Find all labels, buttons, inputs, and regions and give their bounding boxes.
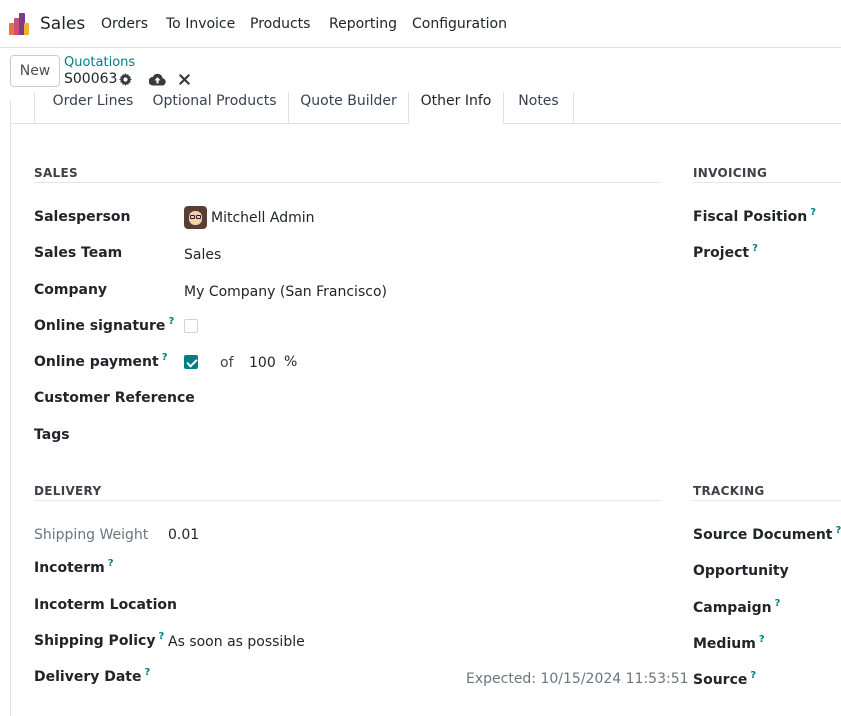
tab-order-lines[interactable]: Order Lines [34, 92, 152, 124]
section-delivery-title: DELIVERY [34, 484, 102, 498]
close-icon[interactable] [177, 72, 191, 86]
app-name[interactable]: Sales [40, 14, 85, 34]
cloud-upload-icon[interactable] [148, 71, 166, 87]
notebook-tabs: Order Lines Optional Products Quote Buil… [10, 92, 841, 124]
breadcrumb-quotations[interactable]: Quotations [64, 55, 135, 70]
section-divider [693, 500, 841, 501]
section-invoicing-title: INVOICING [693, 166, 768, 180]
source-label: Source? [693, 670, 757, 688]
incoterm-field[interactable] [168, 560, 648, 578]
tab-notes[interactable]: Notes [504, 92, 574, 124]
gear-icon[interactable] [118, 72, 132, 86]
delivery-date-field[interactable] [168, 670, 468, 688]
help-icon[interactable]: ? [810, 207, 816, 218]
tab-other-info[interactable]: Other Info [408, 92, 504, 124]
help-icon[interactable]: ? [158, 631, 164, 642]
opportunity-label: Opportunity [693, 563, 789, 579]
sales-team-label: Sales Team [34, 245, 123, 261]
help-icon[interactable]: ? [108, 558, 114, 569]
help-icon[interactable]: ? [752, 243, 758, 254]
help-icon[interactable]: ? [759, 634, 765, 645]
project-label: Project? [693, 243, 758, 261]
expected-date-text: Expected: 10/15/2024 11:53:51 [466, 671, 689, 687]
fiscal-position-label: Fiscal Position? [693, 207, 817, 225]
section-divider [34, 182, 661, 183]
record-name: S00063 [64, 71, 118, 87]
sales-app-icon[interactable] [9, 13, 31, 35]
delivery-date-label: Delivery Date? [34, 667, 151, 685]
online-payment-checkbox[interactable] [184, 355, 198, 369]
salesperson-field[interactable]: Mitchell Admin [211, 210, 315, 226]
company-field[interactable]: My Company (San Francisco) [184, 284, 387, 300]
section-sales-title: SALES [34, 166, 78, 180]
online-signature-label: Online signature? [34, 316, 175, 334]
menu-to-invoice[interactable]: To Invoice [166, 16, 235, 32]
online-payment-of: of [220, 355, 234, 371]
top-navbar: Sales Orders To Invoice Products Reporti… [0, 0, 841, 48]
salesperson-label: Salesperson [34, 209, 131, 225]
customer-reference-label: Customer Reference [34, 390, 195, 406]
tab-optional-products[interactable]: Optional Products [141, 92, 289, 124]
tags-label: Tags [34, 427, 70, 443]
shipping-weight-label: Shipping Weight [34, 527, 149, 543]
new-button[interactable]: New [10, 55, 60, 87]
menu-reporting[interactable]: Reporting [329, 16, 397, 32]
customer-reference-field[interactable] [184, 390, 654, 408]
tags-field[interactable] [184, 427, 654, 445]
company-label: Company [34, 282, 108, 298]
section-tracking-title: TRACKING [693, 484, 765, 498]
shipping-weight-value: 0.01 [168, 527, 200, 543]
sheet-border [10, 100, 11, 716]
menu-products[interactable]: Products [250, 16, 310, 32]
help-icon[interactable]: ? [145, 667, 151, 678]
section-divider [34, 500, 661, 501]
incoterm-location-field[interactable] [168, 597, 648, 615]
menu-configuration[interactable]: Configuration [412, 16, 507, 32]
online-payment-percent-field[interactable]: 100 [249, 355, 276, 371]
sales-team-field[interactable]: Sales [184, 247, 221, 263]
help-icon[interactable]: ? [750, 670, 756, 681]
source-document-label: Source Document? [693, 525, 841, 543]
menu-orders[interactable]: Orders [101, 16, 148, 32]
campaign-label: Campaign? [693, 598, 781, 616]
avatar [184, 206, 207, 229]
section-divider [693, 182, 841, 183]
online-payment-unit: % [284, 354, 298, 370]
help-icon[interactable]: ? [836, 525, 841, 536]
shipping-policy-label: Shipping Policy? [34, 631, 165, 649]
shipping-policy-field[interactable]: As soon as possible [168, 634, 305, 650]
help-icon[interactable]: ? [162, 352, 168, 363]
incoterm-location-label: Incoterm Location [34, 597, 178, 613]
help-icon[interactable]: ? [168, 316, 174, 327]
online-payment-label: Online payment? [34, 352, 168, 370]
online-signature-checkbox[interactable] [184, 319, 198, 333]
help-icon[interactable]: ? [775, 598, 781, 609]
medium-label: Medium? [693, 634, 765, 652]
incoterm-label: Incoterm? [34, 558, 114, 576]
tab-quote-builder[interactable]: Quote Builder [289, 92, 409, 124]
